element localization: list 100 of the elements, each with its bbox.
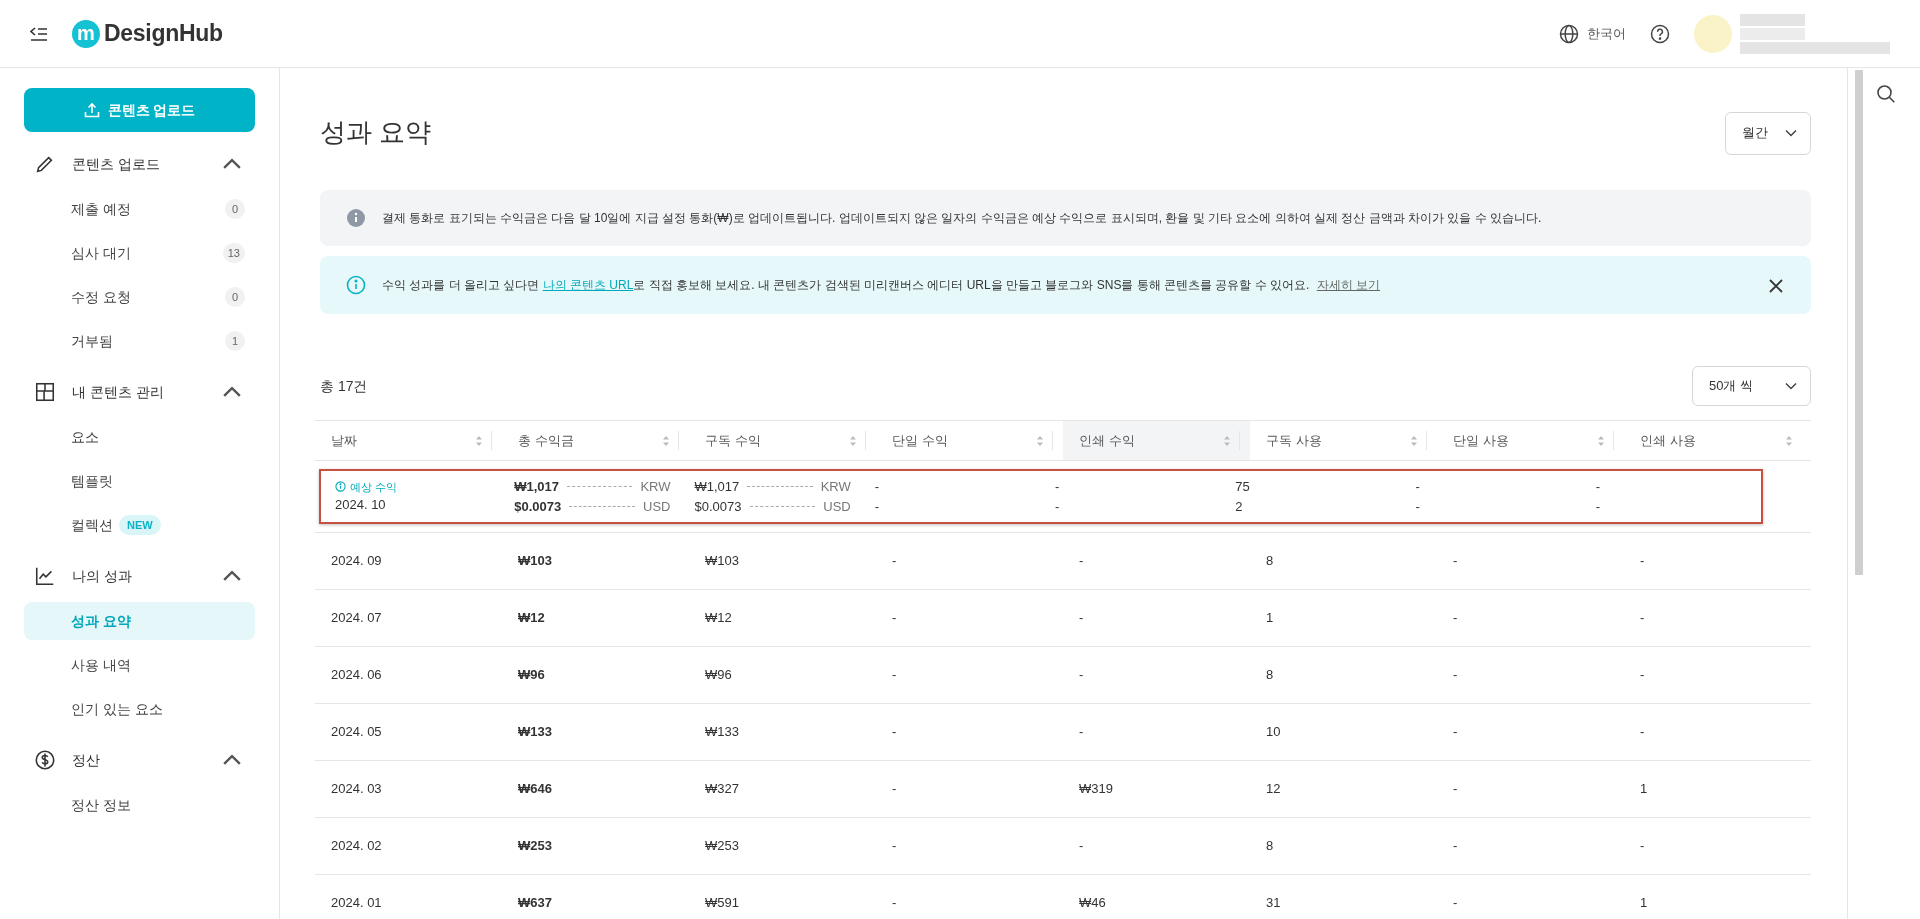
- cell-value: -: [1595, 478, 1602, 496]
- cell-value: -: [1055, 497, 1061, 516]
- table-cell: -: [1063, 703, 1250, 761]
- sidebar-item-label: 컬렉션: [71, 515, 113, 535]
- table-cell: 2024. 05: [315, 703, 502, 761]
- table-cell: ₩12: [689, 589, 876, 647]
- line-chart-icon: [34, 565, 56, 587]
- sidebar-item[interactable]: 심사 대기 13: [24, 234, 255, 272]
- column-label: 단일 사용: [1453, 431, 1509, 450]
- sort-icon[interactable]: [849, 434, 857, 447]
- table-cell: 2024. 06: [315, 646, 502, 704]
- amount: $0.0073: [694, 497, 742, 516]
- sidebar-toggle-icon[interactable]: [30, 25, 48, 42]
- column-header[interactable]: 구독 수익: [689, 420, 876, 461]
- table-cell: 2024. 01: [315, 874, 502, 919]
- sidebar-item[interactable]: 정산 정보: [24, 786, 255, 824]
- sort-icon[interactable]: [1036, 434, 1044, 447]
- table-cell: ₩646: [502, 760, 689, 818]
- estimate-label: 예상 수익: [335, 478, 491, 495]
- table-cell: ₩591: [689, 874, 876, 919]
- sidebar-item[interactable]: 컬렉션 NEW: [24, 506, 255, 544]
- table-cell: 2024. 07: [315, 589, 502, 647]
- column-header[interactable]: 인쇄 수익: [1063, 420, 1250, 461]
- table-cell: -: [1624, 817, 1811, 875]
- table-cell: -: [876, 589, 1063, 647]
- sidebar-section-label: 나의 성과: [72, 566, 132, 586]
- period-select[interactable]: 월간: [1725, 111, 1811, 155]
- table-cell: 8: [1250, 817, 1437, 875]
- sort-icon[interactable]: [1410, 434, 1418, 447]
- new-tag: NEW: [119, 514, 161, 536]
- sidebar-item[interactable]: 제출 예정 0: [24, 190, 255, 228]
- date-text: 2024. 10: [335, 496, 387, 514]
- leader-line: [569, 505, 636, 507]
- cell-value: 2: [1235, 497, 1244, 516]
- table-cell: -: [1437, 874, 1624, 919]
- sort-icon[interactable]: [1785, 434, 1793, 447]
- table-cell: 1: [1624, 760, 1811, 818]
- sidebar-item[interactable]: 수정 요청 0: [24, 278, 255, 316]
- help-icon[interactable]: [1650, 23, 1670, 44]
- sidebar-section-label: 내 콘텐츠 관리: [72, 382, 164, 402]
- page-size-select[interactable]: 50개 씩: [1692, 366, 1811, 406]
- sidebar-item-label: 거부됨: [71, 331, 113, 351]
- column-header[interactable]: 날짜: [315, 420, 502, 461]
- sidebar-item[interactable]: 사용 내역: [24, 646, 255, 684]
- table-cell: 10: [1250, 703, 1437, 761]
- sidebar-item[interactable]: 거부됨 1: [24, 322, 255, 360]
- column-header[interactable]: 인쇄 사용: [1624, 420, 1811, 461]
- globe-icon[interactable]: [1559, 23, 1579, 44]
- amount: ₩1,017: [514, 478, 560, 496]
- column-header[interactable]: 구독 사용: [1250, 420, 1437, 461]
- table-cell: 8: [1250, 532, 1437, 590]
- sort-icon[interactable]: [1223, 434, 1231, 447]
- cell-value: -: [1415, 497, 1421, 516]
- sidebar-section-label: 정산: [72, 750, 100, 770]
- sidebar-item-label: 수정 요청: [71, 287, 131, 307]
- column-header[interactable]: 총 수익금: [502, 420, 689, 461]
- search-icon[interactable]: [1876, 84, 1896, 104]
- column-label: 날짜: [331, 431, 357, 450]
- link[interactable]: 자세히 보기: [1316, 278, 1381, 292]
- sidebar-item[interactable]: 요소: [24, 418, 255, 456]
- amount: ₩1,017: [694, 478, 740, 496]
- count-badge: 13: [222, 243, 245, 263]
- column-label: 구독 사용: [1266, 431, 1322, 450]
- sidebar-item[interactable]: 템플릿: [24, 462, 255, 500]
- table-cell: -: [1437, 760, 1624, 818]
- currency-code: USD: [823, 497, 851, 516]
- table-cell: 31: [1250, 874, 1437, 919]
- column-label: 인쇄 수익: [1079, 431, 1135, 450]
- table-cell: 1: [1624, 874, 1811, 919]
- table-cell: -: [1624, 532, 1811, 590]
- table-cell: ₩103: [689, 532, 876, 590]
- sort-icon[interactable]: [475, 434, 483, 447]
- count-badge: 0: [225, 287, 245, 307]
- notice-text: 수익 성과를 더 올리고 싶다면 나의 콘텐츠 URL로 직접 홍보해 보세요. 내 콘텐츠가 검색된 미리캔버스 에디터 URL을 만들고 블로그와 SNS를 통해 콘텐츠를 공유할 수 있어요. 자세히 보기: [382, 277, 1381, 294]
- leader-line: [749, 505, 816, 507]
- language-selector[interactable]: 한국어: [1587, 23, 1626, 44]
- table-cell: 2024. 03: [315, 760, 502, 818]
- cell-value: -: [1415, 478, 1421, 496]
- table-cell: -: [1624, 589, 1811, 647]
- table-cell: 2024. 09: [315, 532, 502, 590]
- sidebar-item-label: 심사 대기: [71, 243, 131, 263]
- table-cell: ₩133: [689, 703, 876, 761]
- scrollbar[interactable]: [1855, 70, 1863, 575]
- sort-icon[interactable]: [662, 434, 670, 447]
- table-cell: ₩96: [689, 646, 876, 704]
- logo-mark: m: [72, 19, 100, 48]
- avatar[interactable]: [1694, 14, 1732, 53]
- table-cell: ₩12: [502, 589, 689, 647]
- table-cell: -: [1437, 646, 1624, 704]
- table-cell: -: [1624, 703, 1811, 761]
- sidebar-item[interactable]: 인기 있는 요소: [24, 690, 255, 728]
- notice-text: 결제 통화로 표기되는 수익금은 다음 달 10일에 지급 설정 통화(₩)로 업데이트됩니다. 업데이트되지 않은 일자의 수익금은 예상 수익으로 표시되며, 환율 및 기타 요소에 의하여 실제 정산 금액과 차이가 있을 수 있습니다.: [382, 210, 1542, 227]
- sort-icon[interactable]: [1597, 434, 1605, 447]
- table-cell: ₩319: [1063, 760, 1250, 818]
- column-header[interactable]: 단일 사용: [1437, 420, 1624, 461]
- table-cell: -: [1063, 532, 1250, 590]
- table-cell: -: [1063, 817, 1250, 875]
- column-label: 구독 수익: [705, 431, 761, 450]
- table-cell: -: [1437, 532, 1624, 590]
- count-badge: 1: [225, 331, 245, 351]
